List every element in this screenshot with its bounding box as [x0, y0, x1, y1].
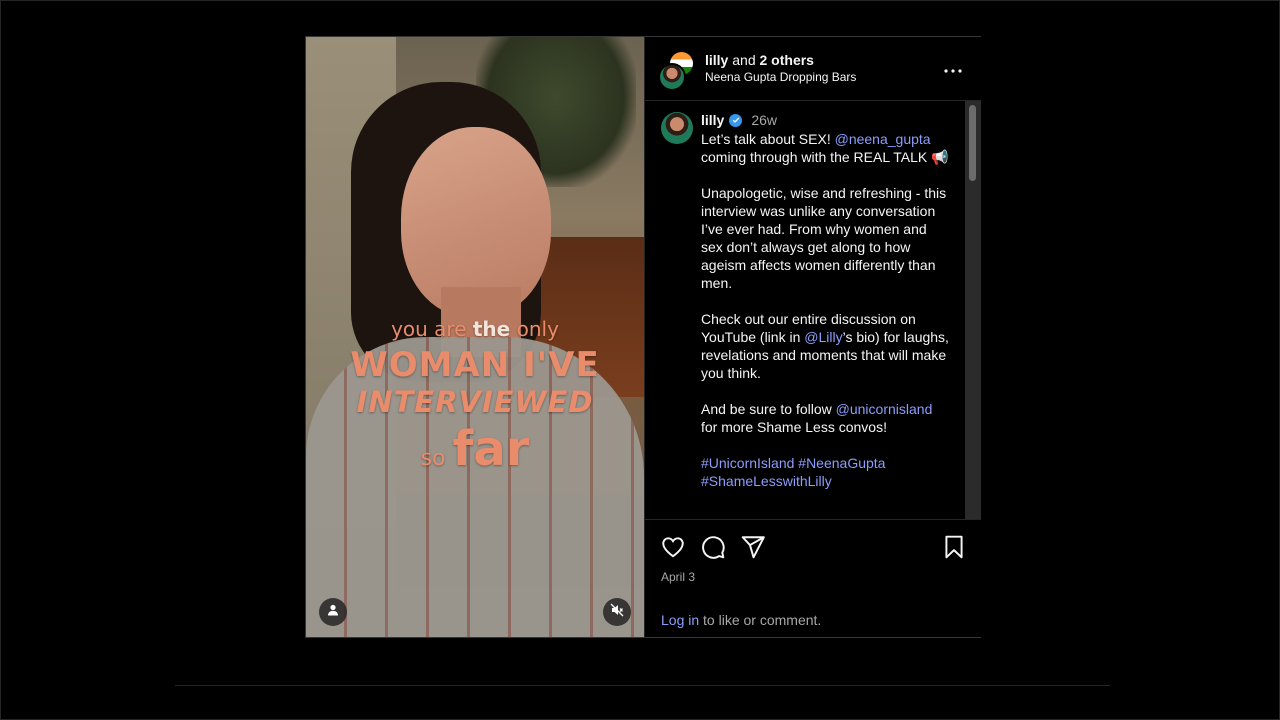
mention-link[interactable]: @Lilly [804, 329, 842, 345]
mention-link[interactable]: @unicornisland [836, 401, 933, 417]
mute-icon [610, 603, 624, 622]
scrollbar-thumb[interactable] [969, 105, 976, 181]
caption-scrollbar[interactable] [965, 101, 981, 519]
audio-title[interactable]: Neena Gupta Dropping Bars [705, 70, 856, 84]
caption-text: Let’s talk about SEX! @neena_gupta comin… [701, 130, 951, 508]
user-tag-icon [327, 603, 339, 621]
verified-icon [729, 113, 743, 127]
video-overlay-line3: INTERVIEWED [356, 385, 594, 419]
user-tags-button[interactable] [319, 598, 347, 626]
avatar[interactable] [661, 112, 693, 144]
divider [175, 685, 1110, 686]
caption-scroll-area[interactable]: lilly 26w Let’s talk about SEX! @neena_g… [645, 101, 965, 519]
more-icon [944, 60, 962, 78]
caption-timestamp[interactable]: 26w [751, 112, 777, 128]
video-overlay-line1: you are the only [391, 317, 559, 341]
bookmark-icon [941, 535, 967, 564]
post-modal: you are the only WOMAN I'VE INTERVIEWED … [305, 36, 981, 638]
mention-link[interactable]: @neena_gupta [835, 131, 931, 147]
like-button[interactable] [660, 534, 686, 560]
author-username[interactable]: lilly [705, 52, 728, 68]
post-date[interactable]: April 3 [661, 570, 695, 584]
share-button[interactable] [740, 534, 766, 560]
hashtag-link[interactable]: #NeenaGupta [798, 455, 885, 471]
authors-and-label: and [732, 52, 756, 68]
caption-text-segment: for more Shame Less convos! [701, 419, 887, 435]
caption-paragraph: Unapologetic, wise and refreshing - this… [701, 185, 947, 291]
caption-header: lilly 26w [701, 112, 777, 128]
heart-icon [660, 537, 686, 564]
post-actions: April 3 Log in to like or comment. [645, 519, 981, 638]
login-prompt-text: to like or comment. [699, 612, 822, 628]
post-video[interactable]: you are the only WOMAN I'VE INTERVIEWED … [306, 37, 644, 637]
post-sidebar: lilly and 2 others Neena Gupta Dropping … [644, 37, 981, 637]
avatar [658, 63, 686, 91]
save-button[interactable] [941, 534, 967, 560]
post-header: lilly and 2 others Neena Gupta Dropping … [645, 37, 981, 101]
comment-icon [700, 536, 726, 564]
collab-avatars[interactable] [658, 52, 694, 91]
video-overlay-line4: so far [420, 421, 530, 477]
mute-button[interactable] [603, 598, 631, 626]
post-authors[interactable]: lilly and 2 others [705, 52, 814, 68]
login-prompt: Log in to like or comment. [661, 612, 821, 628]
caption-username[interactable]: lilly [701, 112, 724, 128]
share-icon [740, 536, 766, 564]
more-options-button[interactable] [943, 59, 963, 79]
caption-text-segment: And be sure to follow [701, 401, 836, 417]
hashtag-link[interactable]: #UnicornIsland [701, 455, 794, 471]
other-authors-link[interactable]: 2 others [760, 52, 814, 68]
login-link[interactable]: Log in [661, 612, 699, 628]
caption-text-segment: Let’s talk about SEX! [701, 131, 835, 147]
hashtag-link[interactable]: #ShameLesswithLilly [701, 473, 832, 489]
comment-button[interactable] [700, 534, 726, 560]
video-overlay-line2: WOMAN I'VE [350, 345, 600, 385]
caption-text-segment: coming through with the REAL TALK 📢 [701, 149, 949, 165]
